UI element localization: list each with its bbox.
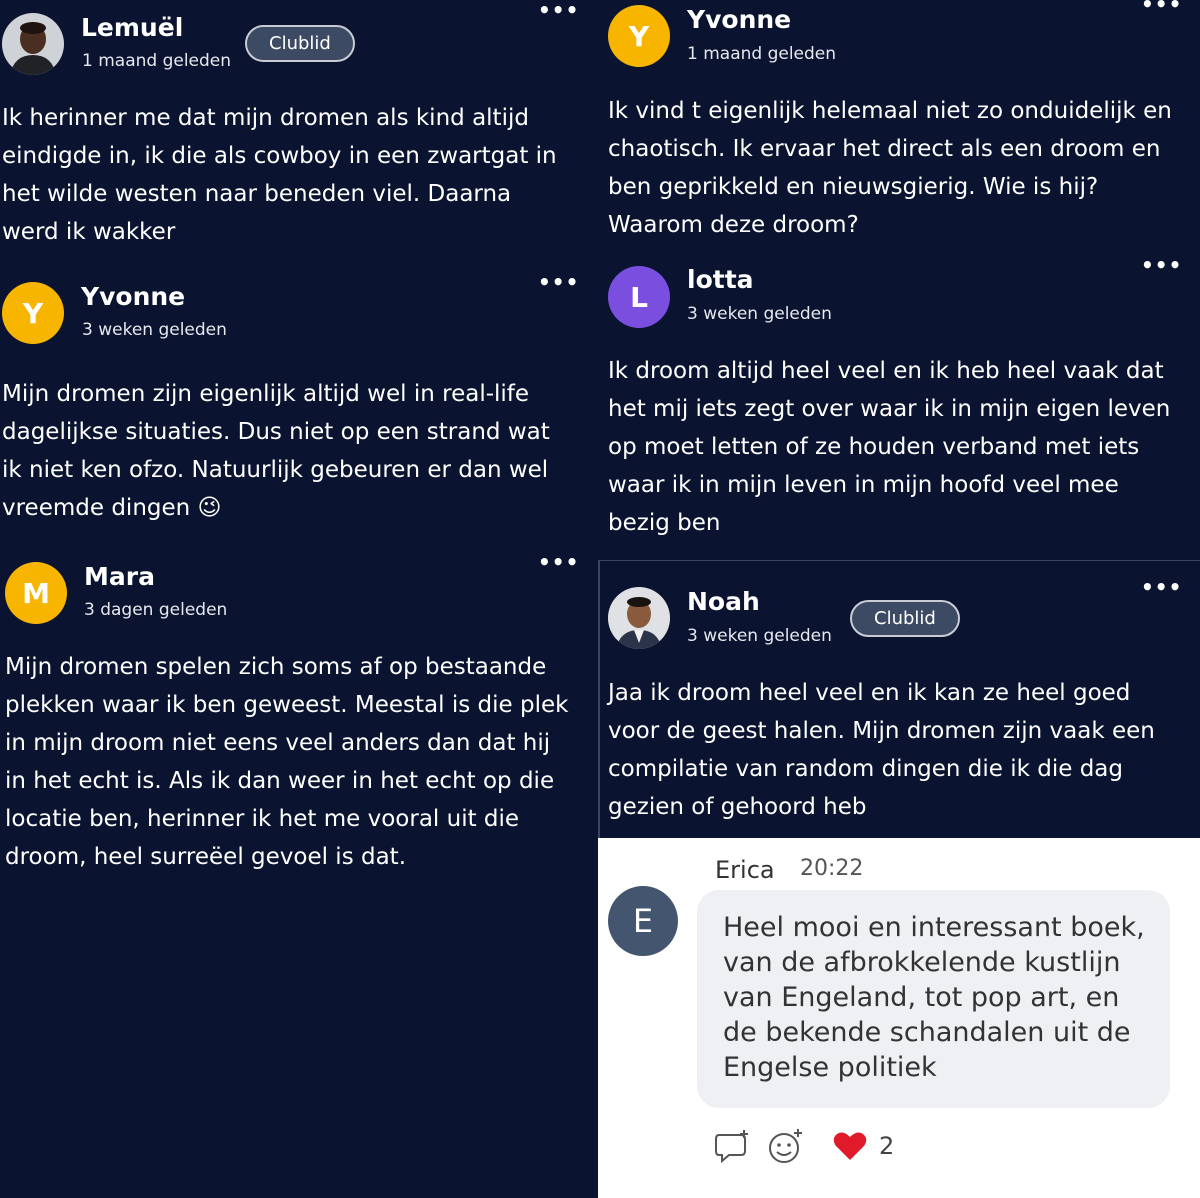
avatar[interactable] bbox=[608, 587, 670, 649]
member-badge: Clublid bbox=[245, 25, 355, 62]
author-name[interactable]: lotta bbox=[687, 265, 754, 294]
ellipsis-icon[interactable]: ••• bbox=[1141, 575, 1182, 599]
comment-yvonne: Y Yvonne 3 weken geleden ••• Mijn dromen… bbox=[0, 262, 598, 542]
ellipsis-icon[interactable]: ••• bbox=[1141, 253, 1182, 277]
comment-noah: Noah 3 weken geleden Clublid ••• Jaa ik … bbox=[598, 562, 1200, 838]
post-time: 3 weken geleden bbox=[687, 626, 832, 646]
message-time: 20:22 bbox=[800, 856, 864, 881]
avatar[interactable]: E bbox=[608, 886, 678, 956]
avatar[interactable]: Y bbox=[2, 282, 64, 344]
avatar[interactable]: M bbox=[5, 562, 67, 624]
chat-message: E Erica 20:22 Heel mooi en interessant b… bbox=[598, 838, 1200, 1198]
add-reaction-icon[interactable] bbox=[767, 1128, 805, 1164]
avatar[interactable]: Y bbox=[608, 5, 670, 67]
comment-text: Mijn dromen spelen zich soms af op besta… bbox=[5, 654, 569, 870]
post-time: 3 dagen geleden bbox=[84, 600, 228, 620]
ellipsis-icon[interactable]: ••• bbox=[1141, 0, 1182, 16]
avatar[interactable]: L bbox=[608, 266, 670, 328]
message-actions: 2 bbox=[715, 1128, 894, 1164]
message-text: Heel mooi en interessant boek, van de af… bbox=[723, 912, 1145, 1083]
ellipsis-icon[interactable]: ••• bbox=[538, 0, 579, 22]
comment-mara: M Mara 3 dagen geleden ••• Mijn dromen s… bbox=[0, 542, 598, 942]
post-time: 3 weken geleden bbox=[687, 304, 832, 324]
avatar[interactable] bbox=[2, 13, 64, 75]
comment-lotta: L lotta 3 weken geleden ••• Ik droom alt… bbox=[598, 245, 1200, 560]
person-photo-icon bbox=[608, 587, 670, 649]
comment-text: Mijn dromen zijn eigenlijk altijd wel in… bbox=[2, 381, 550, 521]
comment-text: Ik herinner me dat mijn dromen als kind … bbox=[2, 105, 557, 245]
heart-icon[interactable] bbox=[833, 1131, 867, 1161]
divider bbox=[598, 560, 1200, 561]
sender-name[interactable]: Erica bbox=[715, 856, 775, 884]
comment-text: Ik vind t eigenlijk helemaal niet zo ond… bbox=[608, 98, 1172, 238]
post-time: 1 maand geleden bbox=[82, 51, 232, 71]
left-column: Lemuël 1 maand geleden Clublid ••• Ik he… bbox=[0, 0, 598, 1198]
reply-icon[interactable] bbox=[715, 1129, 751, 1163]
comment-yvonne: Y Yvonne 1 maand geleden ••• Ik vind t e… bbox=[598, 0, 1200, 245]
post-time: 3 weken geleden bbox=[82, 320, 227, 340]
comment-text: Jaa ik droom heel veel en ik kan ze heel… bbox=[608, 680, 1155, 820]
reaction-count: 2 bbox=[879, 1132, 895, 1160]
person-photo-icon bbox=[2, 13, 64, 75]
member-badge: Clublid bbox=[850, 600, 960, 637]
comment-text: Ik droom altijd heel veel en ik heb heel… bbox=[608, 358, 1171, 536]
author-name[interactable]: Lemuël bbox=[81, 13, 183, 42]
author-name[interactable]: Yvonne bbox=[81, 282, 185, 311]
ellipsis-icon[interactable]: ••• bbox=[538, 270, 579, 294]
ellipsis-icon[interactable]: ••• bbox=[538, 550, 579, 574]
comment-lemuel: Lemuël 1 maand geleden Clublid ••• Ik he… bbox=[0, 0, 598, 260]
author-name[interactable]: Noah bbox=[687, 587, 760, 616]
author-name[interactable]: Yvonne bbox=[687, 5, 791, 34]
author-name[interactable]: Mara bbox=[84, 562, 155, 591]
post-time: 1 maand geleden bbox=[687, 44, 837, 64]
